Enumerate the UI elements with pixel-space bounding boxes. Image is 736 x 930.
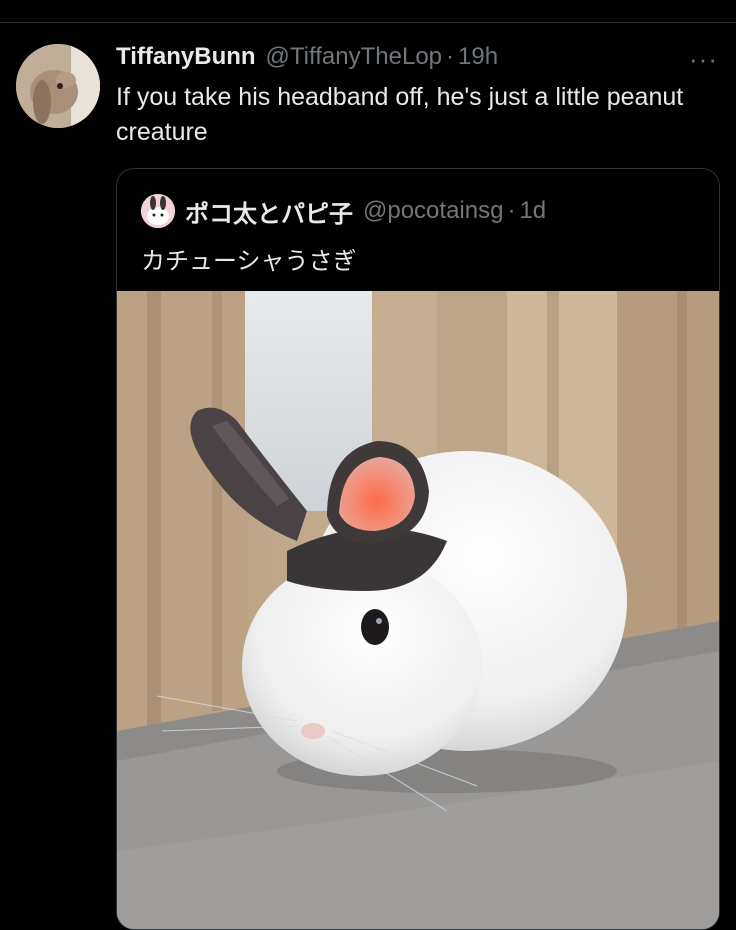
tweet-header: TiffanyBunn @TiffanyTheLop · 19h <box>116 40 498 74</box>
separator-dot: · <box>446 43 455 70</box>
tweet-text: If you take his headband off, he's just … <box>116 83 684 146</box>
quoted-media-image[interactable] <box>117 291 719 929</box>
quoted-tweet-header: ポコ太とパピ子 @pocotainsg · 1d <box>141 193 546 229</box>
quoted-display-name[interactable]: ポコ太とパピ子 <box>185 194 353 229</box>
quoted-avatar <box>141 194 175 228</box>
avatar[interactable] <box>16 44 100 128</box>
top-divider <box>0 22 736 23</box>
separator-dot: · <box>507 197 516 224</box>
quoted-tweet-text: カチューシャうさぎ <box>141 248 357 275</box>
timestamp[interactable]: 19h <box>458 43 498 71</box>
quoted-tweet-card[interactable]: ポコ太とパピ子 @pocotainsg · 1d カチューシャうさぎ <box>116 168 720 930</box>
quoted-user-handle[interactable]: @pocotainsg <box>363 197 503 225</box>
rabbit-avatar-icon <box>16 44 100 128</box>
display-name[interactable]: TiffanyBunn <box>116 43 256 71</box>
quoted-timestamp[interactable]: 1d <box>519 197 546 225</box>
rabbit-photo <box>117 291 719 929</box>
user-handle[interactable]: @TiffanyTheLop <box>266 43 442 71</box>
rabbit-avatar-icon <box>141 194 175 228</box>
more-options-icon[interactable]: ··· <box>689 44 718 75</box>
